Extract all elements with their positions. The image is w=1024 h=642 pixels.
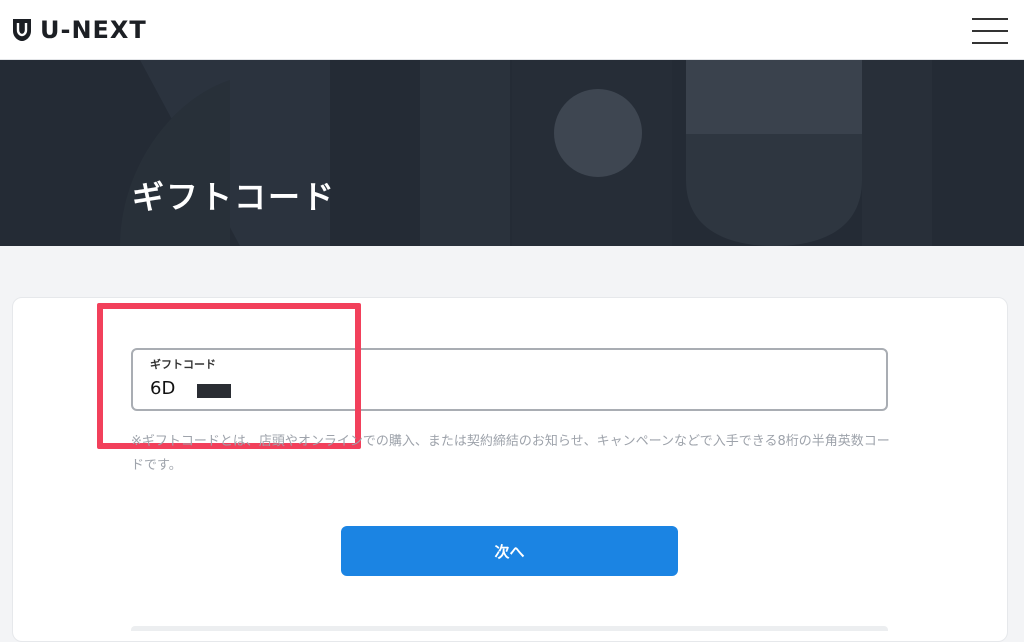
next-section-edge xyxy=(131,626,888,631)
hamburger-menu-icon[interactable] xyxy=(972,18,1008,44)
shield-logo-icon xyxy=(13,19,31,41)
hero-banner: ギフトコード xyxy=(0,60,1024,246)
logo[interactable]: U-NEXT xyxy=(12,14,147,46)
hero-background-shapes xyxy=(0,60,1024,246)
gift-code-description: ※ギフトコードとは、店頭やオンラインでの購入、または契約締結のお知らせ、キャンペ… xyxy=(131,434,890,473)
menu-line xyxy=(972,30,1008,32)
highlight-annotation-box xyxy=(97,303,361,449)
top-bar: U-NEXT xyxy=(0,0,1024,60)
menu-line xyxy=(972,18,1008,20)
logo-text: U-NEXT xyxy=(40,16,147,44)
page-title: ギフトコード xyxy=(132,178,337,216)
next-button[interactable]: 次へ xyxy=(341,526,678,576)
menu-line xyxy=(972,42,1008,44)
